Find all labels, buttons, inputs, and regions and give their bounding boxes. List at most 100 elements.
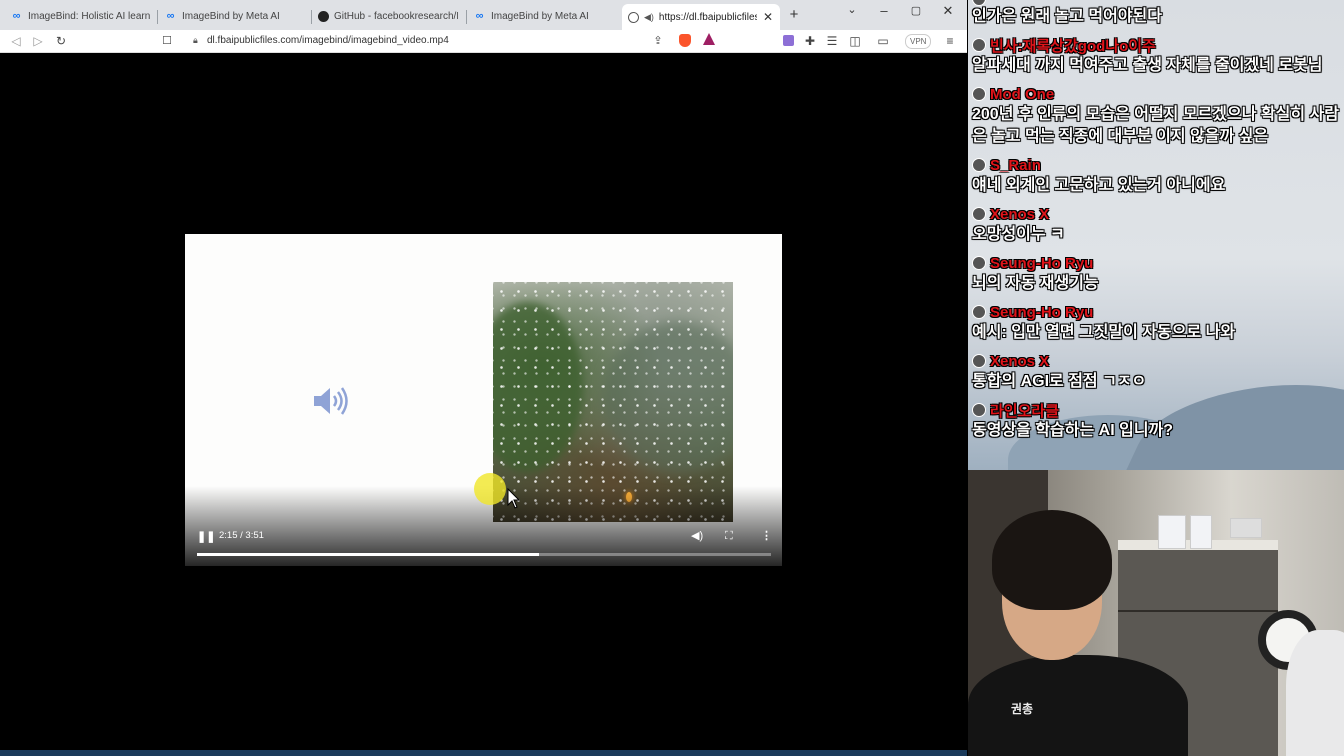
chat-text: 인가은 원래 놀고 먹어야된다 bbox=[972, 8, 1162, 25]
chat-text: 동영상을 학습하는 AI 입니까? bbox=[972, 422, 1174, 439]
chat-text: 통합의 AGI로 점점 ㄱㅈㅇ bbox=[972, 373, 1147, 390]
chat-text: 뇌의 자동 재생기능 bbox=[972, 275, 1099, 292]
close-window-button[interactable]: ✕ bbox=[938, 3, 958, 19]
user-avatar bbox=[972, 207, 986, 221]
menu-icon[interactable]: ≡ bbox=[942, 33, 958, 49]
chat-text: 200년 후 인류의 모습은 어떨지 모르겠으나 확실히 사람은 놀고 먹는 직… bbox=[972, 106, 1339, 145]
volume-button[interactable]: ◀) bbox=[691, 529, 703, 543]
chat-message: Seung-Ho Ryu 뇌의 자동 재생기능 bbox=[972, 253, 1342, 295]
chat-username: Seung-Ho Ryu bbox=[972, 302, 1342, 322]
tab-title: ImageBind: Holistic AI learning ac bbox=[28, 10, 150, 22]
user-avatar bbox=[972, 256, 986, 270]
taskbar-strip bbox=[0, 750, 967, 756]
more-options-button[interactable]: ⋮ bbox=[761, 529, 772, 543]
fullscreen-button[interactable]: ⛶ bbox=[725, 529, 733, 543]
chat-text: 알파세대 까지 먹여주고 출생 자체를 줄이겠네 로봇님 bbox=[972, 57, 1323, 74]
tab-github[interactable]: GitHub - facebookresearch/Imag bbox=[312, 5, 464, 27]
wallet-icon[interactable]: ▭ bbox=[875, 33, 891, 49]
chat-text: 오망성이누 ㅋ bbox=[972, 226, 1065, 243]
chat-username: 라인오라클 bbox=[972, 400, 1342, 420]
chat-username-text: S_Rain bbox=[990, 156, 1041, 174]
github-icon bbox=[318, 10, 329, 22]
chat-username-text: 라인오라클 bbox=[990, 402, 1060, 420]
sidebar-icon[interactable]: ◫ bbox=[847, 33, 863, 49]
tab-video-active[interactable]: ◀) https://dl.fbaipublicfiles.com ✕ bbox=[622, 4, 780, 30]
time-display: 2:15 / 3:51 bbox=[219, 530, 264, 541]
lock-icon[interactable]: 🔒︎ bbox=[193, 35, 198, 46]
chat-message: 라인오라클 동영상을 학습하는 AI 입니까? bbox=[972, 400, 1342, 442]
video-player[interactable]: ❚❚ 2:15 / 3:51 ◀) ⛶ ⋮ bbox=[185, 234, 782, 566]
tab-title: GitHub - facebookresearch/Imag bbox=[334, 10, 458, 22]
close-tab-icon[interactable]: ✕ bbox=[762, 10, 774, 24]
chat-username-text: Seung-Ho Ryu bbox=[990, 254, 1094, 272]
chat-message: Seung-Ho Ryu 예시: 입만 열면 그짓말이 자동으로 나와 bbox=[972, 302, 1342, 344]
tab-title: ImageBind by Meta AI bbox=[491, 10, 589, 22]
streamer-body bbox=[968, 655, 1188, 756]
user-avatar bbox=[972, 87, 986, 101]
user-avatar bbox=[972, 403, 986, 417]
chat-message: Mod One 200년 후 인류의 모습은 어떨지 모르겠으나 확실히 사람은… bbox=[972, 84, 1342, 148]
brave-shield-icon[interactable] bbox=[679, 34, 691, 47]
meta-icon: ∞ bbox=[475, 10, 484, 22]
share-icon[interactable]: ⇪ bbox=[650, 33, 666, 49]
chat-message: Xenos X 오망성이누 ㅋ bbox=[972, 204, 1342, 246]
bookmark-icon[interactable]: ☐ bbox=[159, 33, 175, 49]
cursor-highlight bbox=[474, 473, 506, 505]
chat-username-text: 빈사:재록상갔god나o이주 bbox=[990, 37, 1156, 55]
reading-list-icon[interactable]: ☰ bbox=[824, 33, 840, 49]
chat-username: Mod One bbox=[972, 84, 1342, 104]
mouse-cursor-icon bbox=[507, 488, 521, 509]
extensions-puzzle-icon[interactable]: ✚ bbox=[802, 33, 818, 49]
vpn-button[interactable]: VPN bbox=[905, 34, 932, 49]
extension-icon[interactable] bbox=[783, 35, 794, 46]
new-tab-button[interactable]: + bbox=[784, 6, 804, 23]
chat-message: 인가은 원래 놀고 먹어야된다 bbox=[972, 0, 1342, 28]
chat-username: Xenos X bbox=[972, 351, 1342, 371]
chat-username-text: Seung-Ho Ryu bbox=[990, 303, 1094, 321]
tab-search-chevron-icon[interactable]: ⌄ bbox=[842, 3, 862, 16]
meta-icon: ∞ bbox=[166, 10, 175, 22]
tab-title: https://dl.fbaipublicfiles.com bbox=[658, 11, 757, 23]
chat-message: 빈사:재록상갔god나o이주 알파세대 까지 먹여주고 출생 자체를 줄이겠네 … bbox=[972, 35, 1342, 77]
chat-username-text: Xenos X bbox=[990, 205, 1050, 223]
maximize-button[interactable]: ▢ bbox=[906, 4, 926, 17]
forward-button[interactable]: ▷ bbox=[30, 33, 46, 49]
user-avatar bbox=[972, 305, 986, 319]
webcam-feed: 권총 bbox=[968, 470, 1344, 756]
chat-text: 예시: 입만 열면 그짓말이 자동으로 나와 bbox=[972, 324, 1236, 341]
brave-rewards-icon[interactable] bbox=[703, 33, 715, 45]
reload-button[interactable]: ↻ bbox=[53, 33, 69, 49]
tab-imagebind-holistic[interactable]: ∞ ImageBind: Holistic AI learning ac bbox=[4, 5, 156, 27]
user-avatar bbox=[972, 38, 986, 52]
chat-username: Xenos X bbox=[972, 204, 1342, 224]
chat-message: S_Rain 얘네 외계인 고문하고 있는거 아니에요 bbox=[972, 155, 1342, 197]
tab-bar: ∞ ImageBind: Holistic AI learning ac ∞ I… bbox=[0, 0, 967, 30]
address-toolbar: ◁ ▷ ↻ ☐ 🔒︎ dl.fbaipublicfiles.com/imageb… bbox=[0, 30, 967, 53]
video-progress-bar[interactable] bbox=[197, 553, 771, 556]
globe-icon bbox=[628, 11, 639, 23]
video-progress-fill bbox=[197, 553, 539, 556]
audio-playing-icon[interactable]: ◀) bbox=[644, 12, 654, 23]
tab-imagebind-meta-1[interactable]: ∞ ImageBind by Meta AI bbox=[158, 5, 310, 27]
back-button[interactable]: ◁ bbox=[8, 33, 24, 49]
address-bar-url[interactable]: dl.fbaipublicfiles.com/imagebind/imagebi… bbox=[207, 35, 449, 46]
chat-username: Seung-Ho Ryu bbox=[972, 253, 1342, 273]
stream-chat-panel: 인가은 원래 놀고 먹어야된다 빈사:재록상갔god나o이주 알파세대 까지 먹… bbox=[968, 0, 1344, 470]
pause-button[interactable]: ❚❚ bbox=[197, 530, 215, 544]
browser-window: ∞ ImageBind: Holistic AI learning ac ∞ I… bbox=[0, 0, 967, 750]
chat-message: Xenos X 통합의 AGI로 점점 ㄱㅈㅇ bbox=[972, 351, 1342, 393]
chat-username: S_Rain bbox=[972, 155, 1342, 175]
meta-icon: ∞ bbox=[12, 10, 21, 22]
chat-username-text: Xenos X bbox=[990, 352, 1050, 370]
shirt-print: 권총 bbox=[1011, 702, 1034, 716]
chat-list: 인가은 원래 놀고 먹어야된다 빈사:재록상갔god나o이주 알파세대 까지 먹… bbox=[972, 0, 1342, 449]
chat-username: 빈사:재록상갔god나o이주 bbox=[972, 35, 1342, 55]
chat-text: 얘네 외계인 고문하고 있는거 아니에요 bbox=[972, 177, 1226, 194]
chat-username-text: Mod One bbox=[990, 85, 1055, 103]
tab-title: ImageBind by Meta AI bbox=[182, 10, 280, 22]
minimize-button[interactable]: – bbox=[874, 3, 894, 18]
tab-imagebind-meta-2[interactable]: ∞ ImageBind by Meta AI bbox=[467, 5, 619, 27]
speaker-icon bbox=[314, 387, 348, 415]
user-avatar bbox=[972, 354, 986, 368]
user-avatar bbox=[972, 158, 986, 172]
